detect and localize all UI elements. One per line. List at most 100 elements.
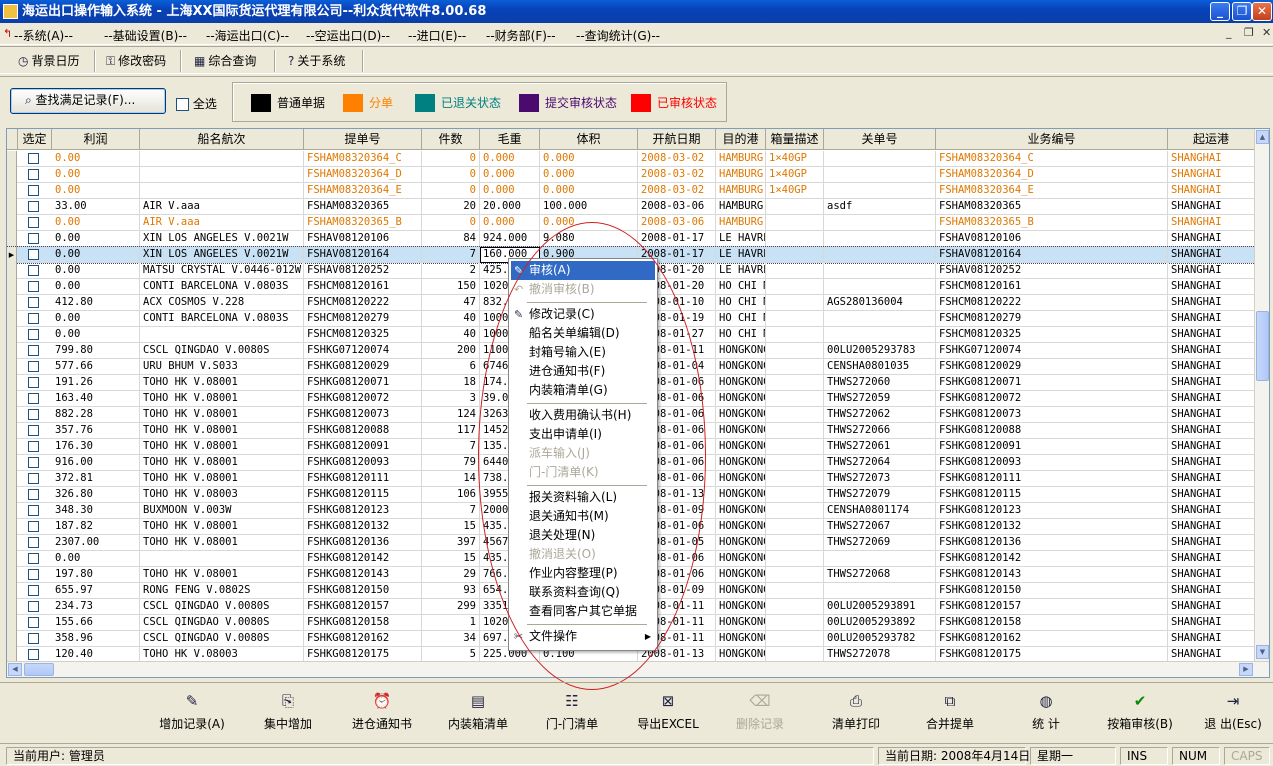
menu-query-stats[interactable]: --查询统计(G)--	[576, 27, 660, 44]
vertical-scroll-thumb[interactable]	[1256, 311, 1269, 381]
row-checkbox[interactable]	[28, 329, 39, 340]
table-row[interactable]: 0.00 XIN LOS ANGELES V.0021W FSHAV08120106…	[7, 231, 1255, 247]
search-records-button[interactable]: ⌕ 查找满足记录(F)...	[10, 88, 166, 114]
mdi-restore-icon[interactable]: ❐	[1244, 26, 1254, 39]
column-header[interactable]: 关单号	[824, 129, 936, 150]
row-checkbox[interactable]	[28, 633, 39, 644]
action-button[interactable]: ☷ 门-门清单	[522, 691, 622, 732]
row-checkbox[interactable]	[28, 233, 39, 244]
row-checkbox[interactable]	[28, 505, 39, 516]
row-checkbox[interactable]	[28, 313, 39, 324]
scroll-right-icon[interactable]: ▶	[1239, 663, 1253, 676]
context-menu-item[interactable]: 报关资料输入(L)	[511, 488, 655, 507]
menu-import[interactable]: --进口(E)--	[408, 27, 466, 44]
context-menu-item[interactable]: ✎ 修改记录(C)	[511, 305, 655, 324]
row-checkbox[interactable]	[28, 153, 39, 164]
menu-basic-settings[interactable]: --基础设置(B)--	[104, 27, 187, 44]
vertical-scrollbar[interactable]: ▲ ▼	[1254, 129, 1269, 661]
row-checkbox[interactable]	[28, 361, 39, 372]
close-button[interactable]: ✕	[1252, 2, 1272, 21]
context-menu-item[interactable]: 门-门清单(K)	[511, 463, 655, 482]
column-header[interactable]: 箱量描述	[766, 129, 824, 150]
context-menu-item[interactable]: ↶ 撤消审核(B)	[511, 280, 655, 299]
row-checkbox[interactable]	[28, 553, 39, 564]
select-all-checkbox[interactable]: 全选	[176, 95, 217, 112]
calendar-button[interactable]: ◷ 背景日历	[18, 52, 80, 70]
row-checkbox[interactable]	[28, 169, 39, 180]
mdi-close-icon[interactable]: ✕	[1262, 26, 1271, 39]
row-checkbox[interactable]	[28, 473, 39, 484]
action-button[interactable]: ⌫ 删除记录	[710, 691, 810, 732]
action-button[interactable]: ⏰ 进仓通知书	[332, 691, 432, 732]
row-checkbox[interactable]	[28, 297, 39, 308]
general-query-button[interactable]: ▦ 综合查询	[194, 52, 256, 70]
context-menu-item[interactable]: 进仓通知书(F)	[511, 362, 655, 381]
row-checkbox[interactable]	[28, 185, 39, 196]
row-checkbox[interactable]	[28, 265, 39, 276]
row-checkbox[interactable]	[28, 617, 39, 628]
table-row[interactable]: 0.00 FSHAM08320364_E 0 0.000 0.000 2008-03-02…	[7, 183, 1255, 199]
action-button[interactable]: ⧉ 合并提单	[900, 691, 1000, 732]
table-row[interactable]: 33.00 AIR V.aaa FSHAM08320365 20 20.000 100.0…	[7, 199, 1255, 215]
about-button[interactable]: ? 关于系统	[288, 52, 345, 70]
table-row[interactable]: 0.00 FSHAM08320364_D 0 0.000 0.000 2008-03-02…	[7, 167, 1255, 183]
column-header[interactable]: 件数	[422, 129, 480, 150]
context-menu-item[interactable]: 联系资料查询(Q)	[511, 583, 655, 602]
scroll-up-icon[interactable]: ▲	[1256, 130, 1269, 144]
row-checkbox[interactable]	[28, 281, 39, 292]
row-checkbox[interactable]	[28, 201, 39, 212]
row-checkbox[interactable]	[28, 425, 39, 436]
row-checkbox[interactable]	[28, 409, 39, 420]
column-header[interactable]: 利润	[52, 129, 140, 150]
row-checkbox[interactable]	[28, 457, 39, 468]
scroll-down-icon[interactable]: ▼	[1256, 645, 1269, 659]
table-row[interactable]: 0.00 FSHAM08320364_C 0 0.000 0.000 2008-03-02…	[7, 151, 1255, 167]
row-checkbox[interactable]	[28, 537, 39, 548]
context-menu-item[interactable]: 收入费用确认书(H)	[511, 406, 655, 425]
context-menu-item[interactable]: 船名关单编辑(D)	[511, 324, 655, 343]
row-checkbox[interactable]	[28, 249, 39, 260]
menu-sea-export[interactable]: --海运出口(C)--	[206, 27, 289, 44]
row-checkbox[interactable]	[28, 377, 39, 388]
menu-air-export[interactable]: --空运出口(D)--	[306, 27, 390, 44]
table-row[interactable]: 0.00 AIR V.aaa FSHAM08320365_B 0 0.000 0.000 2…	[7, 215, 1255, 231]
column-header[interactable]: 业务编号	[936, 129, 1168, 150]
row-checkbox[interactable]	[28, 441, 39, 452]
row-checkbox[interactable]	[28, 521, 39, 532]
action-button[interactable]: ▤ 内装箱清单	[428, 691, 528, 732]
context-menu-item[interactable]: 查看同客户其它单据	[511, 602, 655, 621]
row-checkbox[interactable]	[28, 585, 39, 596]
minimize-button[interactable]: _	[1210, 2, 1230, 21]
context-menu-item[interactable]: 封箱号输入(E)	[511, 343, 655, 362]
change-password-button[interactable]: ⚿ 修改密码	[106, 52, 166, 70]
column-header[interactable]: 船名航次	[140, 129, 304, 150]
row-checkbox[interactable]	[28, 345, 39, 356]
column-header[interactable]: 毛重	[480, 129, 540, 150]
action-button[interactable]: ⎙ 清单打印	[806, 691, 906, 732]
action-button[interactable]: ⎘ 集中增加	[238, 691, 338, 732]
column-header[interactable]: 开航日期	[638, 129, 716, 150]
horizontal-scroll-thumb[interactable]	[24, 663, 54, 676]
row-checkbox[interactable]	[28, 393, 39, 404]
action-button[interactable]: ◍ 统 计	[996, 691, 1096, 732]
column-header[interactable]: 选定	[18, 129, 52, 150]
context-menu-item[interactable]: 退关处理(N)	[511, 526, 655, 545]
row-checkbox[interactable]	[28, 217, 39, 228]
menu-system[interactable]: --系统(A)--	[14, 27, 73, 44]
context-menu-item[interactable]: 退关通知书(M)	[511, 507, 655, 526]
action-button[interactable]: ⊠ 导出EXCEL	[618, 691, 718, 732]
action-button[interactable]: ✎ 增加记录(A)	[142, 691, 242, 732]
row-checkbox[interactable]	[28, 569, 39, 580]
context-menu-item[interactable]: 派车输入(J)	[511, 444, 655, 463]
action-button[interactable]: ⇥ 退 出(Esc)	[1183, 691, 1273, 732]
horizontal-scrollbar[interactable]: ◀ ▶	[7, 661, 1269, 677]
column-header[interactable]: 提单号	[304, 129, 422, 150]
maximize-button[interactable]: ❐	[1232, 2, 1252, 21]
row-checkbox[interactable]	[28, 489, 39, 500]
column-header[interactable]: 体积	[540, 129, 638, 150]
scroll-left-icon[interactable]: ◀	[8, 663, 22, 676]
context-menu-item[interactable]: ✎ 审核(A)	[511, 261, 655, 280]
mdi-minimize-icon[interactable]: _	[1226, 26, 1232, 39]
column-header[interactable]: 起运港	[1168, 129, 1255, 150]
row-checkbox[interactable]	[28, 649, 39, 660]
